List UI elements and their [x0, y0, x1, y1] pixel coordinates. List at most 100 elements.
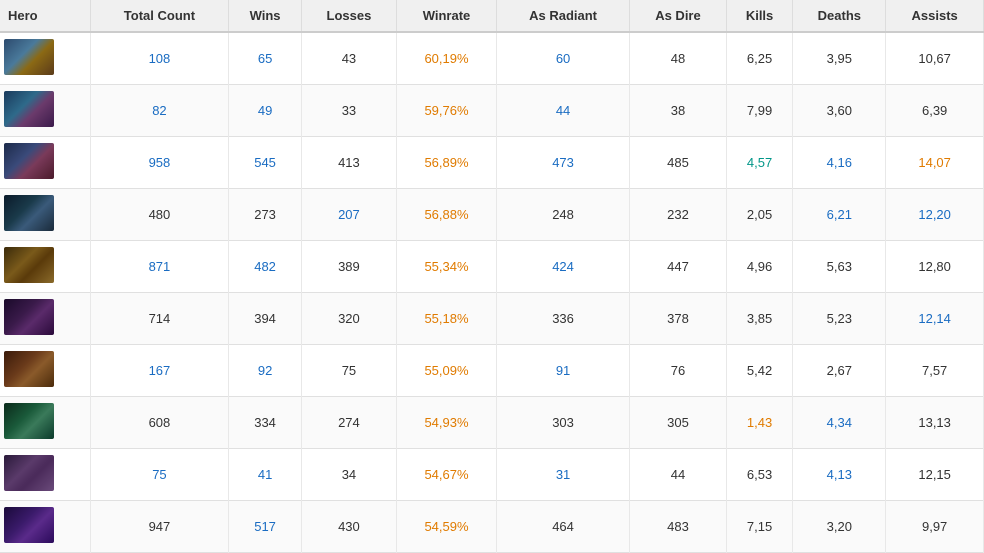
winrate-cell: 55,09%	[397, 345, 497, 397]
winrate-cell: 59,76%	[397, 85, 497, 137]
hero-cell	[0, 501, 90, 553]
losses-cell: 207	[301, 189, 396, 241]
deaths-cell: 4,16	[793, 137, 886, 189]
assists-cell: 12,20	[886, 189, 984, 241]
kills-cell: 1,43	[726, 397, 793, 449]
hero-image	[4, 247, 54, 283]
hero-cell	[0, 241, 90, 293]
total-count-cell: 82	[90, 85, 229, 137]
total-count-cell: 714	[90, 293, 229, 345]
kills-cell: 2,05	[726, 189, 793, 241]
table-row: 60833427454,93%3033051,434,3413,13	[0, 397, 984, 449]
table-row: 95854541356,89%4734854,574,1614,07	[0, 137, 984, 189]
winrate-cell: 54,93%	[397, 397, 497, 449]
table-row: 167927555,09%91765,422,677,57	[0, 345, 984, 397]
winrate-cell: 56,89%	[397, 137, 497, 189]
kills-cell: 6,25	[726, 32, 793, 85]
assists-cell: 12,14	[886, 293, 984, 345]
as-dire-cell: 483	[630, 501, 726, 553]
col-winrate[interactable]: Winrate	[397, 0, 497, 32]
total-count-cell: 75	[90, 449, 229, 501]
as-dire-cell: 485	[630, 137, 726, 189]
col-as-radiant[interactable]: As Radiant	[496, 0, 629, 32]
assists-cell: 12,80	[886, 241, 984, 293]
header-row: Hero Total Count Wins Losses Winrate As …	[0, 0, 984, 32]
col-as-dire[interactable]: As Dire	[630, 0, 726, 32]
wins-cell: 49	[229, 85, 301, 137]
as-radiant-cell: 424	[496, 241, 629, 293]
hero-image	[4, 507, 54, 543]
wins-cell: 482	[229, 241, 301, 293]
wins-cell: 545	[229, 137, 301, 189]
winrate-cell: 55,34%	[397, 241, 497, 293]
col-losses[interactable]: Losses	[301, 0, 396, 32]
table-row: 108654360,19%60486,253,9510,67	[0, 32, 984, 85]
hero-image	[4, 455, 54, 491]
losses-cell: 33	[301, 85, 396, 137]
winrate-cell: 56,88%	[397, 189, 497, 241]
col-total-count[interactable]: Total Count	[90, 0, 229, 32]
col-kills[interactable]: Kills	[726, 0, 793, 32]
table-row: 75413454,67%31446,534,1312,15	[0, 449, 984, 501]
assists-cell: 9,97	[886, 501, 984, 553]
as-radiant-cell: 473	[496, 137, 629, 189]
deaths-cell: 5,23	[793, 293, 886, 345]
as-radiant-cell: 336	[496, 293, 629, 345]
hero-stats-table: Hero Total Count Wins Losses Winrate As …	[0, 0, 984, 553]
col-assists[interactable]: Assists	[886, 0, 984, 32]
as-dire-cell: 378	[630, 293, 726, 345]
deaths-cell: 3,20	[793, 501, 886, 553]
col-hero[interactable]: Hero	[0, 0, 90, 32]
wins-cell: 92	[229, 345, 301, 397]
as-radiant-cell: 248	[496, 189, 629, 241]
table-row: 71439432055,18%3363783,855,2312,14	[0, 293, 984, 345]
table-row: 87148238955,34%4244474,965,6312,80	[0, 241, 984, 293]
hero-image	[4, 195, 54, 231]
kills-cell: 3,85	[726, 293, 793, 345]
losses-cell: 75	[301, 345, 396, 397]
assists-cell: 12,15	[886, 449, 984, 501]
kills-cell: 4,57	[726, 137, 793, 189]
deaths-cell: 6,21	[793, 189, 886, 241]
winrate-cell: 54,67%	[397, 449, 497, 501]
losses-cell: 34	[301, 449, 396, 501]
table-header: Hero Total Count Wins Losses Winrate As …	[0, 0, 984, 32]
hero-cell	[0, 293, 90, 345]
deaths-cell: 3,60	[793, 85, 886, 137]
as-dire-cell: 447	[630, 241, 726, 293]
losses-cell: 43	[301, 32, 396, 85]
hero-image	[4, 39, 54, 75]
hero-cell	[0, 397, 90, 449]
wins-cell: 517	[229, 501, 301, 553]
as-radiant-cell: 44	[496, 85, 629, 137]
kills-cell: 4,96	[726, 241, 793, 293]
hero-cell	[0, 32, 90, 85]
as-dire-cell: 48	[630, 32, 726, 85]
hero-image	[4, 351, 54, 387]
kills-cell: 7,99	[726, 85, 793, 137]
as-dire-cell: 305	[630, 397, 726, 449]
deaths-cell: 3,95	[793, 32, 886, 85]
losses-cell: 413	[301, 137, 396, 189]
assists-cell: 14,07	[886, 137, 984, 189]
table-body: 108654360,19%60486,253,9510,6782493359,7…	[0, 32, 984, 553]
kills-cell: 6,53	[726, 449, 793, 501]
assists-cell: 6,39	[886, 85, 984, 137]
losses-cell: 320	[301, 293, 396, 345]
as-dire-cell: 76	[630, 345, 726, 397]
hero-cell	[0, 189, 90, 241]
as-dire-cell: 232	[630, 189, 726, 241]
kills-cell: 5,42	[726, 345, 793, 397]
table-row: 82493359,76%44387,993,606,39	[0, 85, 984, 137]
col-wins[interactable]: Wins	[229, 0, 301, 32]
assists-cell: 10,67	[886, 32, 984, 85]
kills-cell: 7,15	[726, 501, 793, 553]
deaths-cell: 2,67	[793, 345, 886, 397]
col-deaths[interactable]: Deaths	[793, 0, 886, 32]
wins-cell: 65	[229, 32, 301, 85]
as-radiant-cell: 464	[496, 501, 629, 553]
as-dire-cell: 44	[630, 449, 726, 501]
table-row: 48027320756,88%2482322,056,2112,20	[0, 189, 984, 241]
losses-cell: 274	[301, 397, 396, 449]
total-count-cell: 947	[90, 501, 229, 553]
